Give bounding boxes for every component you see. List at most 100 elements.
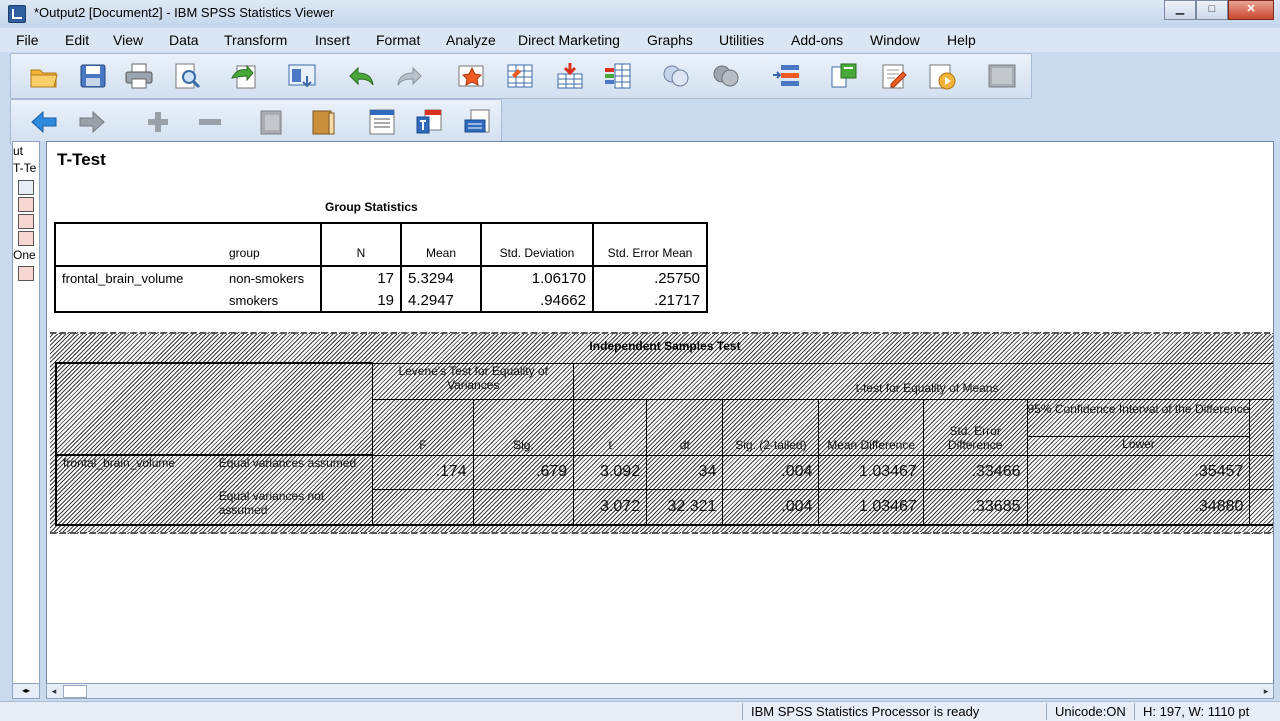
split-file-icon[interactable] [661,62,691,90]
independent-samples-title: Independent Samples Test [50,334,1273,360]
independent-samples-test-selected[interactable]: Independent Samples Test Levene's Test f… [50,332,1273,534]
menu-data[interactable]: Data [169,32,199,48]
close-button[interactable]: ✕ [1228,0,1274,20]
maximize-button[interactable]: □ [1196,0,1228,20]
output-viewer[interactable]: T-Test Group Statistics group N Mean Std… [46,141,1274,684]
is-header-se-diff: Std. Error Difference [922,398,1028,456]
is-md-cell: 1.03467 [818,454,924,490]
is-sig2-cell: .004 [722,488,820,526]
is-md-cell: 1.03467 [818,488,924,526]
independent-samples-table[interactable]: Levene's Test for Equality of Variances … [55,362,1273,526]
outline-title-icon[interactable] [18,180,34,195]
is-t-cell: 3.072 [573,488,648,526]
menu-view[interactable]: View [113,32,143,48]
gs-se-cell: .21717 [592,289,708,313]
menu-insert[interactable]: Insert [315,32,350,48]
title-bar: *Output2 [Document2] - IBM SPSS Statisti… [0,0,1280,26]
select-cases-icon[interactable] [771,62,801,90]
hide-icon[interactable] [257,108,287,136]
horizontal-scrollbar[interactable]: ◂ ▸ [46,683,1274,699]
minimize-button[interactable]: ▁ [1164,0,1196,20]
collapse-minus-icon[interactable] [195,108,225,136]
is-t-cell: 3.092 [573,454,648,490]
scroll-left-icon[interactable]: ◂ [47,684,61,698]
spss-app-icon[interactable] [8,5,26,23]
print-preview-icon[interactable] [172,62,202,90]
goto-case-icon[interactable] [457,62,487,90]
is-sed-cell: .33685 [922,488,1028,526]
recall-dialog-icon[interactable] [287,62,317,90]
outline-item-output[interactable]: ut [13,144,23,158]
is-header-f: F [372,398,474,456]
outline-scrollbar[interactable]: ◂▸ [12,683,40,699]
group-statistics-table[interactable]: group N Mean Std. Deviation Std. Error M… [54,222,708,313]
gs-group-cell: non-smokers [223,265,321,289]
gs-sd-cell: .94662 [480,289,593,313]
value-labels-icon[interactable] [829,62,859,90]
expand-plus-icon[interactable] [143,108,173,136]
save-icon[interactable] [78,62,108,90]
export-icon[interactable] [229,62,259,90]
show-book-icon[interactable] [309,108,339,136]
gs-header-se: Std. Error Mean [592,222,708,266]
is-header-upper-clipped [1249,398,1273,456]
menu-format[interactable]: Format [376,32,420,48]
outline-item-oneway[interactable]: One [13,248,36,262]
goto-variable-icon[interactable] [505,62,535,90]
is-label-cell: Equal variances assumed [212,454,374,489]
outline-item-ttest[interactable]: T-Te [13,161,36,175]
is-df-cell: 32.321 [646,488,724,526]
designate-window-icon[interactable] [879,62,909,90]
gs-group-cell: smokers [223,289,321,313]
gs-corner-cell [54,222,223,266]
menu-analyze[interactable]: Analyze [446,32,496,48]
menu-edit[interactable]: Edit [65,32,89,48]
is-levene-header: Levene's Test for Equality of Variances [372,362,575,400]
weight-cases-icon[interactable] [711,62,741,90]
demote-arrow-right-icon[interactable] [77,108,107,136]
is-sig-cell: .679 [472,454,575,490]
print-icon[interactable] [124,62,154,90]
outline-toolbar [10,99,502,145]
processor-status: IBM SPSS Statistics Processor is ready [742,703,987,720]
menu-utilities[interactable]: Utilities [719,32,764,48]
is-header-df: df [646,398,724,456]
menu-add-ons[interactable]: Add-ons [791,32,843,48]
status-bar: IBM SPSS Statistics Processor is ready U… [0,701,1280,721]
main-toolbar [10,53,1032,99]
gs-header-mean: Mean [400,222,481,266]
menu-help[interactable]: Help [947,32,976,48]
gs-variable-cell [54,289,223,313]
open-folder-icon[interactable] [29,62,59,90]
dimension-status: H: 197, W: 1110 pt [1134,703,1257,720]
outline-independent-test-icon[interactable] [18,231,34,246]
is-corner-cell [55,362,374,456]
redo-icon[interactable] [395,62,425,90]
menu-file[interactable]: File [16,32,39,48]
promote-arrow-left-icon[interactable] [29,108,59,136]
undo-icon[interactable] [346,62,376,90]
outline-oneway-icon[interactable] [18,266,34,281]
insert-cases-icon[interactable] [555,62,585,90]
scroll-thumb[interactable] [63,685,87,698]
insert-variable-icon[interactable] [603,62,633,90]
is-header-sig: Sig. [472,398,575,456]
menu-direct-marketing[interactable]: Direct Marketing [518,32,620,48]
run-script-icon[interactable] [927,62,957,90]
insert-title-icon[interactable] [415,108,445,136]
scroll-right-icon[interactable]: ▸ [1259,684,1273,698]
outline-notes-icon[interactable] [18,197,34,212]
menu-window[interactable]: Window [870,32,920,48]
outline-group-statistics-icon[interactable] [18,214,34,229]
is-sig-cell [472,488,575,526]
outline-pane[interactable]: ut T-Te One [12,141,40,686]
table-row: frontal_brain_volume Equal variances ass… [55,454,1273,490]
table-row: frontal_brain_volume non-smokers 17 5.32… [54,265,708,289]
insert-text-icon[interactable] [463,108,493,136]
menu-transform[interactable]: Transform [224,32,287,48]
insert-heading-icon[interactable] [367,108,397,136]
is-ttest-header: t-test for Equality of Means [573,362,1273,400]
is-upper-cell [1249,488,1273,526]
menu-graphs[interactable]: Graphs [647,32,693,48]
is-sed-cell: .33466 [922,454,1028,490]
